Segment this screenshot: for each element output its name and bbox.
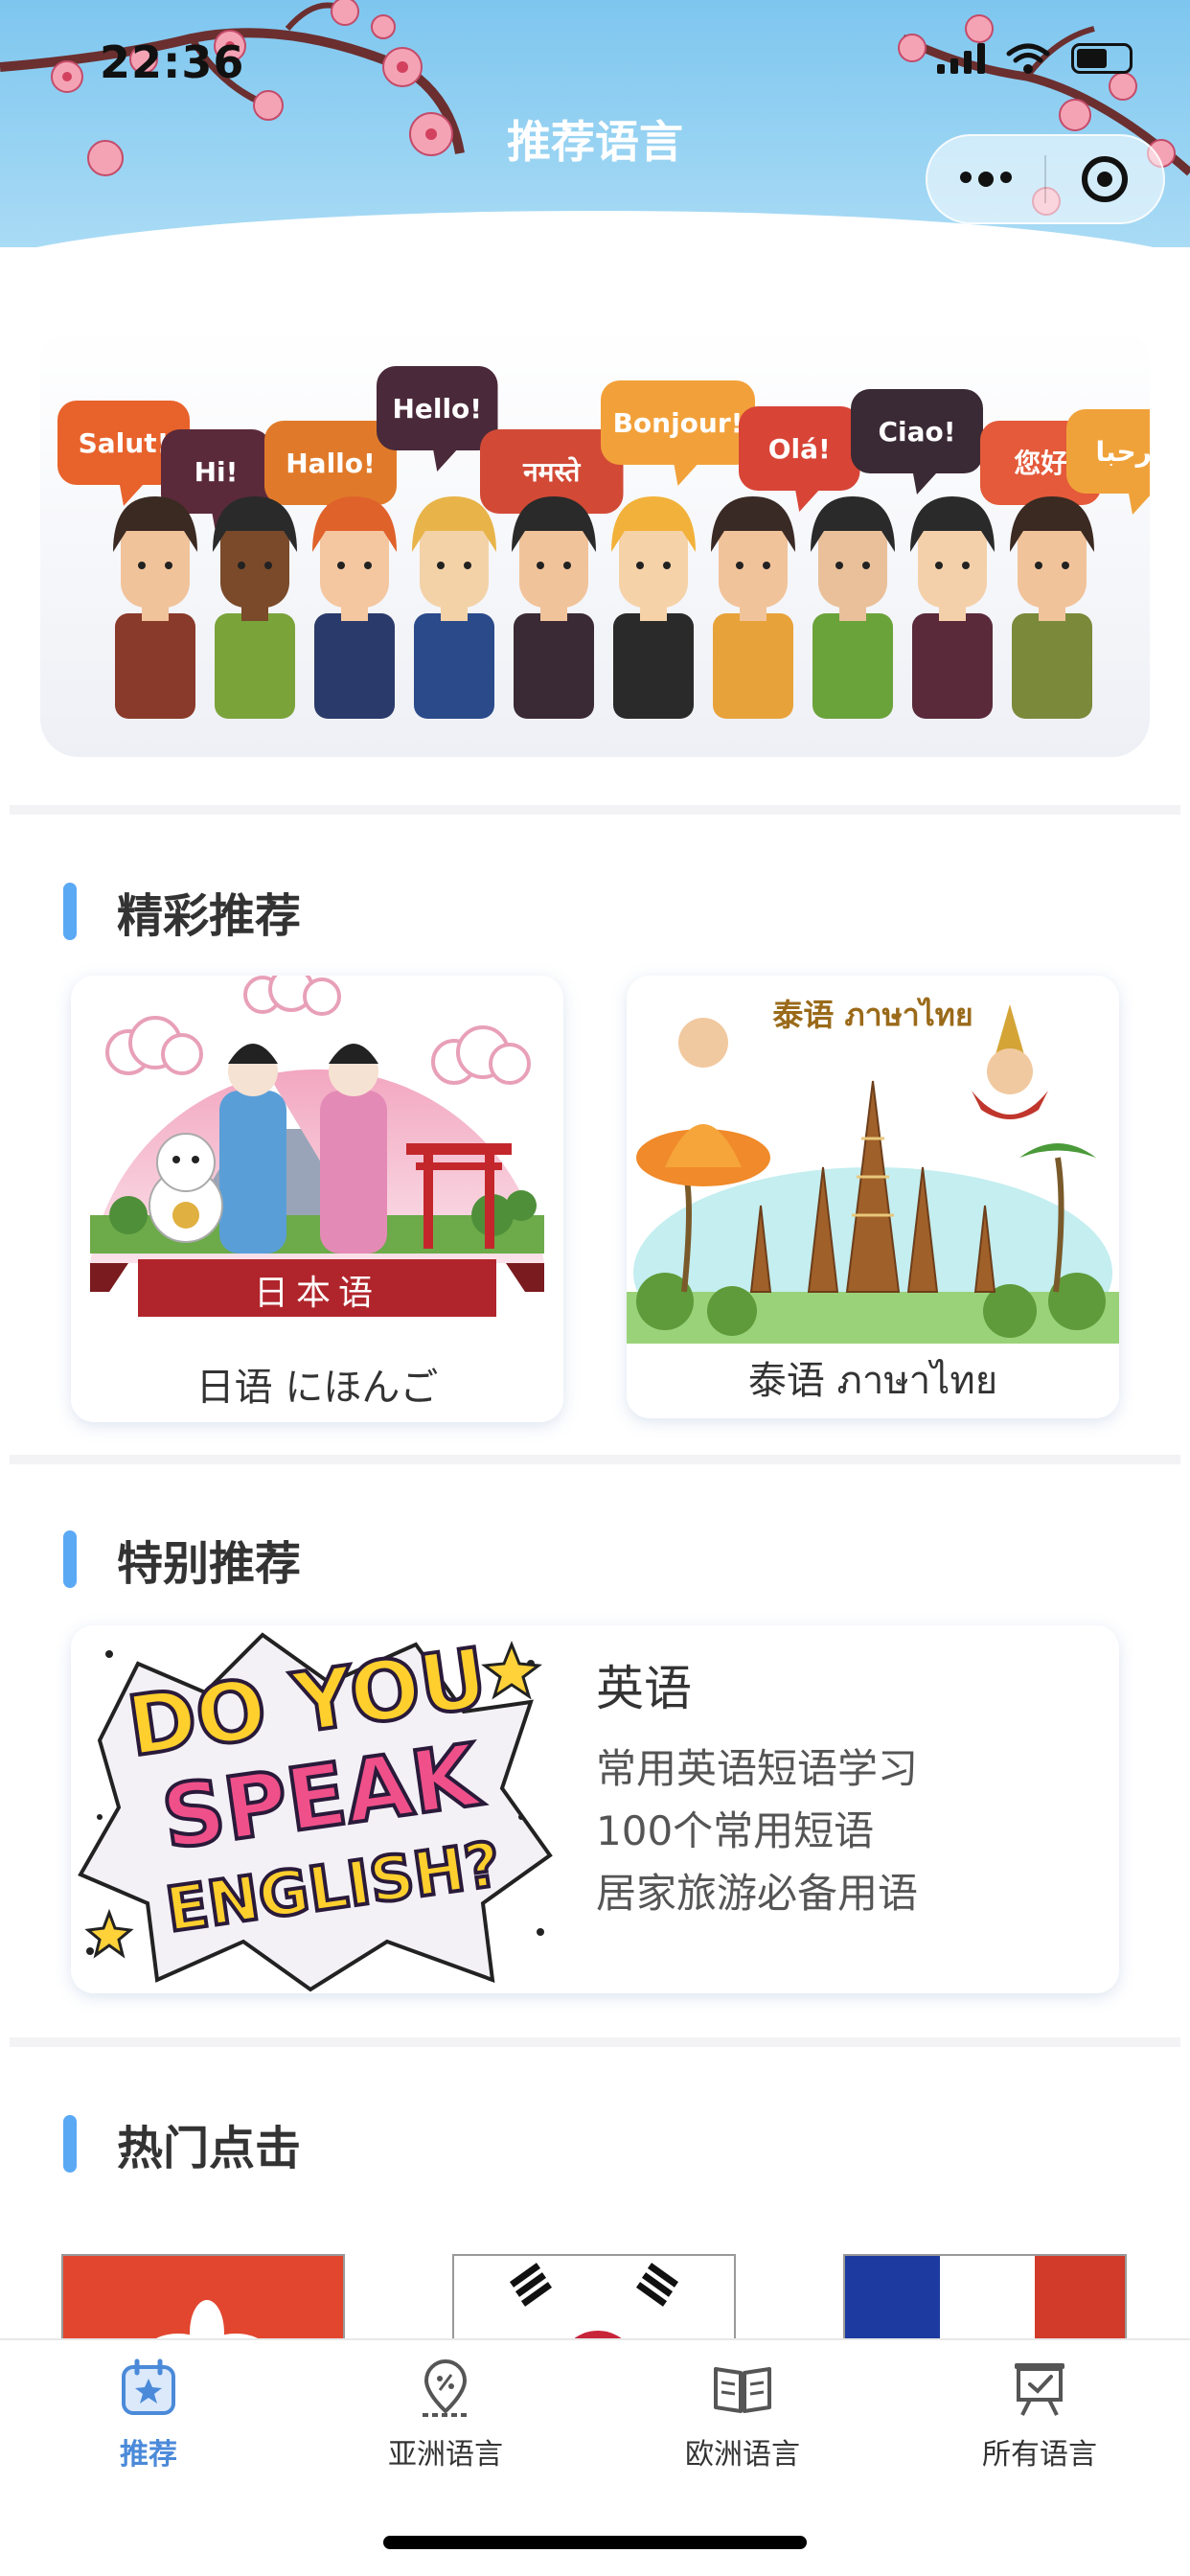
banner-illustration: Salut! Hi! Hallo! Hello! नमस्ते Bonjour! Olá! C… <box>57 366 1150 719</box>
english-title: 英语 <box>596 1661 692 1716</box>
thai-card[interactable]: 泰语 ภาษาไทย 泰语 ภาษาไทย <box>627 976 1119 1418</box>
cartoon-person <box>711 496 795 719</box>
easel-check-icon <box>1015 2363 1064 2416</box>
speech-bubble-greeting: नमस्ते <box>522 456 581 488</box>
featured-section-header: 精彩推荐 <box>63 878 301 945</box>
cartoon-person <box>113 496 197 719</box>
tab-label: 欧洲语言 <box>685 2438 800 2472</box>
target-icon <box>1082 156 1128 202</box>
close-program-button[interactable] <box>1046 136 1163 222</box>
japanese-caption: 日语 にほんご <box>195 1366 439 1410</box>
english-description-line-2: 100个常用短语 <box>596 1807 875 1854</box>
cartoon-person <box>1010 496 1094 719</box>
hot-section-title: 热门点击 <box>117 2122 302 2175</box>
calendar-star-icon <box>122 2358 175 2415</box>
section-divider <box>10 2037 1180 2047</box>
featured-section-title: 精彩推荐 <box>117 889 302 943</box>
cartoon-person <box>910 496 995 719</box>
battery-icon <box>1071 43 1133 74</box>
cartoon-person <box>312 496 397 719</box>
tab-label: 亚洲语言 <box>388 2438 503 2472</box>
wifi-icon <box>1006 43 1050 74</box>
cartoon-person <box>213 496 297 719</box>
open-book-icon <box>714 2367 771 2413</box>
japanese-ribbon-text: 日本语 <box>253 1274 380 1313</box>
special-section-title: 特别推荐 <box>117 1537 302 1591</box>
signal-icon <box>937 43 985 74</box>
tab-label: 所有语言 <box>982 2438 1097 2472</box>
map-pin-icon <box>423 2358 469 2417</box>
more-dots-icon <box>960 172 1012 187</box>
speech-bubble-greeting: مرحبا <box>1096 436 1150 468</box>
special-section-header: 特别推荐 <box>63 1526 301 1593</box>
english-description-line-3: 居家旅游必备用语 <box>596 1870 919 1917</box>
home-indicator <box>383 2536 807 2549</box>
tab-label: 推荐 <box>120 2438 177 2472</box>
status-time: 22:36 <box>100 36 245 88</box>
tab-recommend[interactable]: 推荐 <box>34 2358 263 2472</box>
status-icons <box>937 42 1133 75</box>
speech-bubble-greeting: Hi! <box>195 456 239 488</box>
section-accent-bar <box>63 1530 77 1588</box>
section-divider <box>10 805 1180 815</box>
cartoon-person <box>412 496 496 719</box>
cherry-blossom-left-decoration <box>0 0 465 176</box>
tab-asia[interactable]: 亚洲语言 <box>331 2358 561 2472</box>
hot-section-header: 热门点击 <box>63 2110 301 2177</box>
cartoon-person <box>811 496 895 719</box>
japanese-card[interactable]: 日本语 日语 にほんご <box>71 976 563 1422</box>
cartoon-person <box>611 496 696 719</box>
speech-bubble-greeting: Salut! <box>79 427 170 459</box>
speech-bubble-greeting: Bonjour! <box>613 407 744 439</box>
speech-bubble-greeting: Ciao! <box>878 416 955 448</box>
english-art-text: DO YOU SPEAK ENGLISH? <box>92 1626 548 1960</box>
languages-banner[interactable]: Salut! Hi! Hallo! Hello! नमस्ते Bonjour! Olá! C… <box>40 326 1150 757</box>
thai-art-title: 泰语 ภาษาไทย <box>772 997 973 1033</box>
speech-bubble-greeting: 您好 <box>1014 448 1067 479</box>
speech-bubble-greeting: Hallo! <box>286 448 376 479</box>
english-card[interactable]: DO YOU SPEAK ENGLISH? 英语 常用英语短语学习 100个常用… <box>71 1625 1119 1993</box>
more-button[interactable] <box>927 136 1044 222</box>
english-description-line-1: 常用英语短语学习 <box>596 1745 919 1792</box>
section-accent-bar <box>63 2115 77 2173</box>
tab-europe[interactable]: 欧洲语言 <box>628 2358 858 2472</box>
tab-all[interactable]: 所有语言 <box>925 2358 1155 2472</box>
speech-bubble-greeting: Olá! <box>768 433 831 465</box>
section-accent-bar <box>63 883 77 940</box>
mini-program-capsule <box>926 134 1165 224</box>
section-divider <box>10 1455 1180 1464</box>
thai-caption: 泰语 ภาษาไทย <box>747 1359 998 1403</box>
cartoon-person <box>512 496 596 719</box>
speech-bubble-greeting: Hello! <box>392 393 482 425</box>
